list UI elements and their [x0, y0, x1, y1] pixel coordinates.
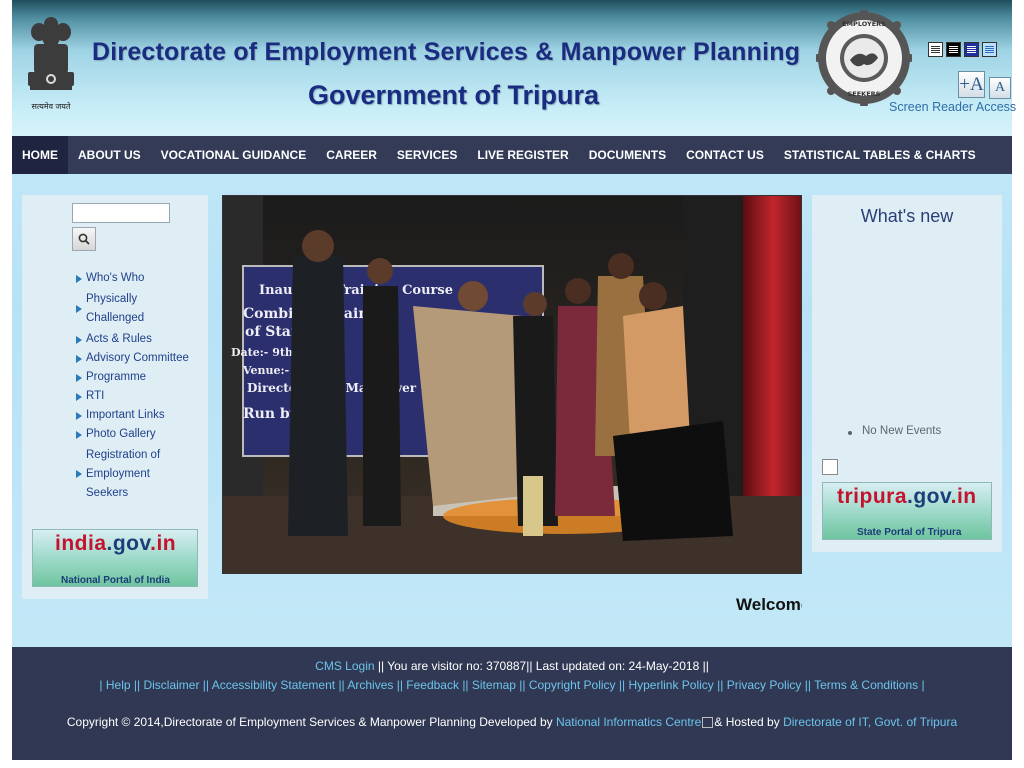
tripura-portal-caption: State Portal of Tripura: [857, 527, 962, 538]
external-link-icon: [702, 717, 714, 729]
site-footer: CMS Login || You are visitor no: 370887|…: [12, 647, 1012, 760]
site-title: Directorate of Employment Services & Man…: [92, 38, 801, 66]
left-sidebar: Who's Who Physically Challenged Acts & R…: [22, 195, 208, 599]
national-emblem-icon: [28, 17, 74, 90]
contrast-default-icon[interactable]: [928, 42, 943, 57]
sidebar-item-whos-who[interactable]: Who's Who: [76, 269, 206, 288]
slide-banner-line: Inaugural Training Course: [259, 283, 453, 298]
footer-links: | Help || Disclaimer || Accessibility St…: [99, 678, 925, 692]
sidebar-item-physically-challenged[interactable]: Physically Challenged: [76, 288, 206, 330]
font-increase-button[interactable]: +A: [958, 71, 985, 98]
site-header: सत्यमेव जयते Directorate of Employment S…: [12, 0, 1016, 136]
dit-link[interactable]: Directorate of IT, Govt. of Tripura: [783, 715, 957, 729]
arrow-icon: [76, 392, 82, 401]
footer-link-privacy[interactable]: Privacy Policy: [727, 678, 802, 692]
site-subtitle: Government of Tripura: [308, 80, 600, 110]
welcome-marquee: Welcome: [736, 595, 802, 614]
visitor-counter: || You are visitor no: 370887|| Last upd…: [374, 659, 709, 673]
news-item: No New Events: [847, 425, 942, 437]
nav-live-register[interactable]: LIVE REGISTER: [467, 136, 578, 174]
footer-link-copyright[interactable]: Copyright Policy: [529, 678, 616, 692]
search-input[interactable]: [72, 203, 170, 223]
page: सत्यमेव जयते Directorate of Employment S…: [12, 0, 1016, 760]
india-portal-caption: National Portal of India: [61, 575, 170, 586]
sidebar-item-rti[interactable]: RTI: [76, 387, 206, 406]
footer-status-line: CMS Login || You are visitor no: 370887|…: [12, 659, 1012, 673]
arrow-icon: [76, 354, 82, 363]
footer-link-feedback[interactable]: Feedback: [406, 678, 459, 692]
search-button[interactable]: [72, 227, 96, 251]
nav-services[interactable]: SERVICES: [387, 136, 467, 174]
sidebar-item-photo-gallery[interactable]: Photo Gallery: [76, 425, 206, 444]
event-photo: Inaugural Training Course Combined Train…: [223, 196, 801, 573]
nav-statistical-tables[interactable]: STATISTICAL TABLES & CHARTS: [774, 136, 986, 174]
arrow-icon: [76, 430, 82, 439]
nav-career[interactable]: CAREER: [316, 136, 387, 174]
contrast-switcher: [928, 42, 997, 57]
sidebar-item-acts-rules[interactable]: Acts & Rules: [76, 330, 206, 349]
emblem-motto: सत्यमेव जयते: [31, 102, 71, 111]
contrast-blue-icon[interactable]: [964, 42, 979, 57]
arrow-icon: [76, 411, 82, 420]
footer-link-sitemap[interactable]: Sitemap: [472, 678, 516, 692]
search-icon: [78, 233, 90, 245]
main-nav: HOME ABOUT US VOCATIONAL GUIDANCE CAREER…: [12, 136, 1012, 174]
contrast-light-blue-icon[interactable]: [982, 42, 997, 57]
footer-link-hyperlink[interactable]: Hyperlink Policy: [628, 678, 713, 692]
arrow-icon: [76, 274, 82, 283]
arrow-icon: [76, 470, 82, 478]
department-seal-icon: EMPLOYERS SEEKERS: [816, 10, 912, 106]
sidebar-menu: Who's Who Physically Challenged Acts & R…: [76, 269, 206, 504]
sidebar-item-important-links[interactable]: Important Links: [76, 406, 206, 425]
whats-new-heading: What's new: [860, 206, 954, 226]
india-portal-logo: india.gov.in: [55, 532, 177, 555]
nav-about-us[interactable]: ABOUT US: [68, 136, 151, 174]
broken-image-icon: [822, 459, 838, 475]
contrast-dark-icon[interactable]: [946, 42, 961, 57]
photo-slideshow[interactable]: Inaugural Training Course Combined Train…: [222, 195, 802, 574]
nav-home[interactable]: HOME: [12, 136, 68, 174]
sidebar-item-advisory-committee[interactable]: Advisory Committee: [76, 349, 206, 368]
nav-documents[interactable]: DOCUMENTS: [579, 136, 676, 174]
footer-link-disclaimer[interactable]: Disclaimer: [143, 678, 199, 692]
arrow-icon: [76, 305, 82, 313]
arrow-icon: [76, 373, 82, 382]
footer-link-help[interactable]: Help: [106, 678, 131, 692]
arrow-icon: [76, 335, 82, 344]
svg-text:EMPLOYERS: EMPLOYERS: [842, 20, 886, 28]
sidebar-item-registration[interactable]: Registration of Employment Seekers: [76, 444, 206, 504]
svg-text:SEEKERS: SEEKERS: [848, 90, 881, 98]
font-normal-button[interactable]: A: [989, 77, 1011, 99]
whats-new-panel: What's new No New Events tripura.gov.in …: [812, 195, 1002, 552]
screen-reader-link[interactable]: Screen Reader Access: [889, 100, 1016, 114]
tripura-portal-logo: tripura.gov.in: [837, 485, 977, 508]
tripura-portal-banner[interactable]: tripura.gov.in State Portal of Tripura: [822, 482, 992, 540]
footer-copyright: Copyright © 2014,Directorate of Employme…: [66, 715, 958, 729]
nav-contact-us[interactable]: CONTACT US: [676, 136, 774, 174]
nic-link[interactable]: National Informatics Centre: [556, 715, 701, 729]
india-portal-banner[interactable]: india.gov.in National Portal of India: [32, 529, 198, 587]
nav-vocational-guidance[interactable]: VOCATIONAL GUIDANCE: [151, 136, 317, 174]
footer-link-terms[interactable]: Terms & Conditions: [814, 678, 918, 692]
sidebar-item-programme[interactable]: Programme: [76, 368, 206, 387]
footer-link-accessibility[interactable]: Accessibility Statement: [212, 678, 335, 692]
cms-login-link[interactable]: CMS Login: [315, 659, 374, 673]
footer-link-archives[interactable]: Archives: [347, 678, 393, 692]
